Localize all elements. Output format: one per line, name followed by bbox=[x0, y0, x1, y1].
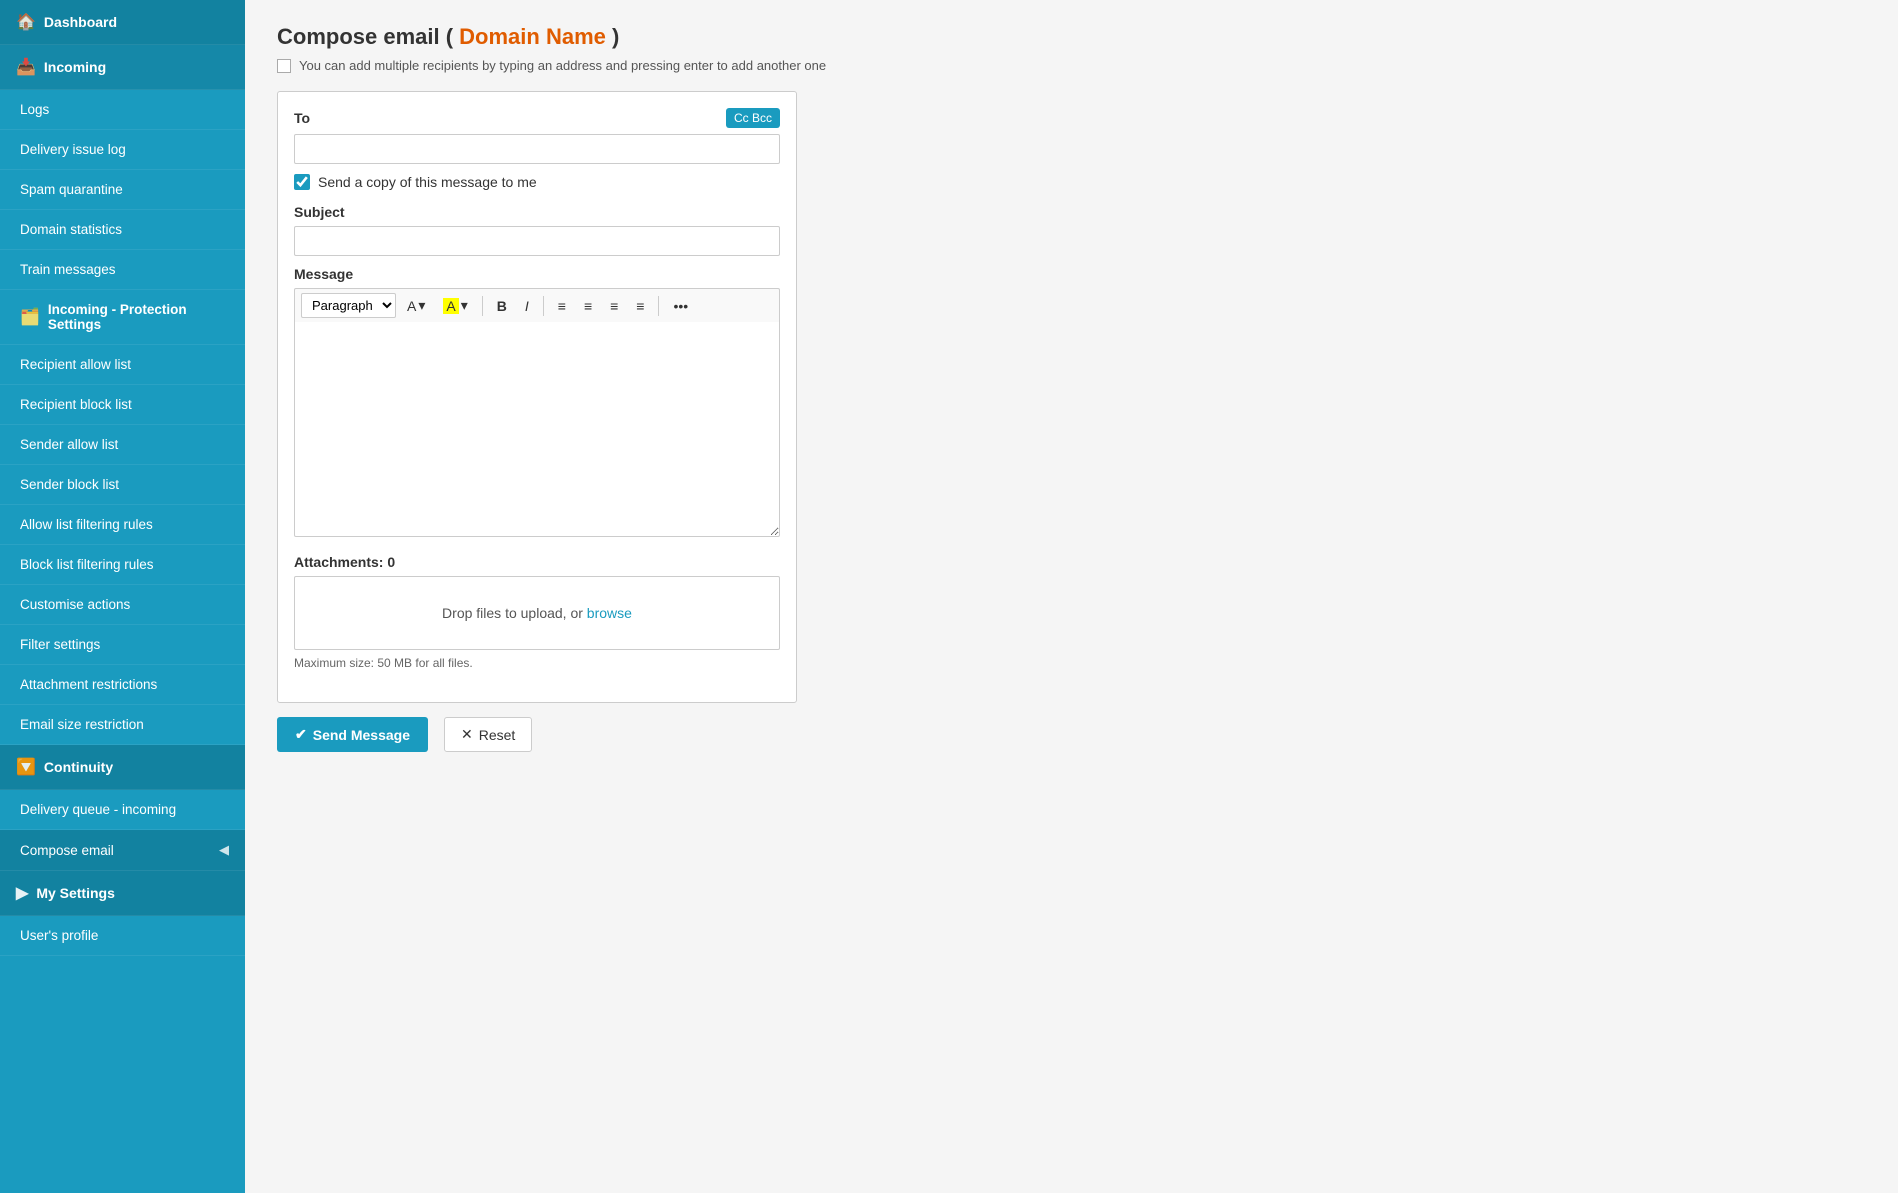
attachments-label: Attachments: 0 bbox=[294, 554, 780, 570]
main-content: Compose email ( Domain Name ) You can ad… bbox=[245, 0, 1898, 1193]
protection-icon: 🗂️ bbox=[20, 307, 40, 327]
cc-bcc-button[interactable]: Cc Bcc bbox=[726, 108, 780, 128]
toolbar-sep-2 bbox=[543, 296, 544, 316]
sidebar-item-sender-allow-list[interactable]: Sender allow list bbox=[0, 425, 245, 465]
dashboard-icon: 🏠 bbox=[16, 12, 36, 32]
continuity-icon: 🔽 bbox=[16, 757, 36, 777]
sidebar-item-customise-actions[interactable]: Customise actions bbox=[0, 585, 245, 625]
send-message-button[interactable]: ✔ Send Message bbox=[277, 717, 428, 752]
copy-label[interactable]: Send a copy of this message to me bbox=[318, 174, 537, 190]
info-text: You can add multiple recipients by typin… bbox=[299, 58, 826, 73]
highlight-arrow: ▾ bbox=[461, 297, 468, 314]
times-icon: ✕ bbox=[461, 726, 473, 743]
font-color-arrow: ▾ bbox=[418, 297, 425, 314]
italic-icon: I bbox=[525, 298, 529, 314]
info-checkbox-icon bbox=[277, 59, 291, 73]
sidebar: 🏠 Dashboard 📥 Incoming Logs Delivery iss… bbox=[0, 0, 245, 1193]
sidebar-item-sender-block-list[interactable]: Sender block list bbox=[0, 465, 245, 505]
sidebar-item-my-settings[interactable]: ▶ My Settings bbox=[0, 871, 245, 916]
message-toolbar: Paragraph A ▾ A ▾ B I ≡ ≡ bbox=[294, 288, 780, 322]
subject-input[interactable] bbox=[294, 226, 780, 256]
font-color-button[interactable]: A ▾ bbox=[400, 293, 432, 318]
browse-link[interactable]: browse bbox=[587, 605, 632, 621]
more-options-button[interactable]: ••• bbox=[666, 294, 695, 318]
sidebar-item-email-size-restriction[interactable]: Email size restriction bbox=[0, 705, 245, 745]
sidebar-item-allow-list-filtering[interactable]: Allow list filtering rules bbox=[0, 505, 245, 545]
justify-icon: ≡ bbox=[636, 298, 644, 314]
collapse-icon: ◀ bbox=[219, 842, 229, 858]
compose-form: To Cc Bcc Send a copy of this message to… bbox=[277, 91, 797, 703]
align-center-button[interactable]: ≡ bbox=[577, 294, 599, 318]
checkmark-icon: ✔ bbox=[295, 726, 307, 743]
message-input[interactable] bbox=[294, 322, 780, 537]
italic-button[interactable]: I bbox=[518, 294, 536, 318]
toolbar-sep-3 bbox=[658, 296, 659, 316]
align-center-icon: ≡ bbox=[584, 298, 592, 314]
align-left-button[interactable]: ≡ bbox=[551, 294, 573, 318]
more-icon: ••• bbox=[673, 298, 688, 314]
to-input[interactable] bbox=[294, 134, 780, 164]
font-color-icon: A bbox=[407, 298, 416, 314]
subject-label: Subject bbox=[294, 204, 780, 220]
sidebar-item-incoming[interactable]: 📥 Incoming bbox=[0, 45, 245, 90]
sidebar-item-continuity[interactable]: 🔽 Continuity bbox=[0, 745, 245, 790]
drop-text: Drop files to upload, or bbox=[442, 605, 587, 621]
sidebar-item-attachment-restrictions[interactable]: Attachment restrictions bbox=[0, 665, 245, 705]
page-title: Compose email ( Domain Name ) bbox=[277, 24, 1866, 50]
copy-checkbox[interactable] bbox=[294, 174, 310, 190]
drop-zone[interactable]: Drop files to upload, or browse bbox=[294, 576, 780, 650]
domain-name: Domain Name bbox=[459, 24, 606, 49]
message-label: Message bbox=[294, 266, 780, 282]
bold-button[interactable]: B bbox=[490, 294, 514, 318]
align-right-icon: ≡ bbox=[610, 298, 618, 314]
incoming-icon: 📥 bbox=[16, 57, 36, 77]
sidebar-item-dashboard[interactable]: 🏠 Dashboard bbox=[0, 0, 245, 45]
toolbar-sep-1 bbox=[482, 296, 483, 316]
sidebar-item-incoming-protection[interactable]: 🗂️ Incoming - Protection Settings bbox=[0, 290, 245, 345]
form-actions: ✔ Send Message ✕ Reset bbox=[277, 717, 1866, 752]
bold-icon: B bbox=[497, 298, 507, 314]
sidebar-item-compose-email[interactable]: Compose email ◀ bbox=[0, 830, 245, 871]
sidebar-item-filter-settings[interactable]: Filter settings bbox=[0, 625, 245, 665]
paragraph-select[interactable]: Paragraph bbox=[301, 293, 396, 318]
info-bar: You can add multiple recipients by typin… bbox=[277, 58, 1866, 73]
sidebar-item-user-profile[interactable]: User's profile bbox=[0, 916, 245, 956]
align-right-button[interactable]: ≡ bbox=[603, 294, 625, 318]
sidebar-item-delivery-issue-log[interactable]: Delivery issue log bbox=[0, 130, 245, 170]
justify-button[interactable]: ≡ bbox=[629, 294, 651, 318]
sidebar-item-recipient-allow-list[interactable]: Recipient allow list bbox=[0, 345, 245, 385]
copy-to-me-row: Send a copy of this message to me bbox=[294, 174, 780, 190]
settings-icon: ▶ bbox=[16, 883, 28, 903]
sidebar-item-train-messages[interactable]: Train messages bbox=[0, 250, 245, 290]
sidebar-item-delivery-queue[interactable]: Delivery queue - incoming bbox=[0, 790, 245, 830]
sidebar-item-recipient-block-list[interactable]: Recipient block list bbox=[0, 385, 245, 425]
sidebar-item-domain-statistics[interactable]: Domain statistics bbox=[0, 210, 245, 250]
highlight-button[interactable]: A ▾ bbox=[436, 293, 474, 318]
sidebar-item-block-list-filtering[interactable]: Block list filtering rules bbox=[0, 545, 245, 585]
to-label: To Cc Bcc bbox=[294, 108, 780, 128]
reset-button[interactable]: ✕ Reset bbox=[444, 717, 532, 752]
max-size-text: Maximum size: 50 MB for all files. bbox=[294, 656, 780, 670]
align-left-icon: ≡ bbox=[558, 298, 566, 314]
sidebar-item-logs[interactable]: Logs bbox=[0, 90, 245, 130]
highlight-icon: A bbox=[443, 298, 458, 314]
sidebar-item-spam-quarantine[interactable]: Spam quarantine bbox=[0, 170, 245, 210]
